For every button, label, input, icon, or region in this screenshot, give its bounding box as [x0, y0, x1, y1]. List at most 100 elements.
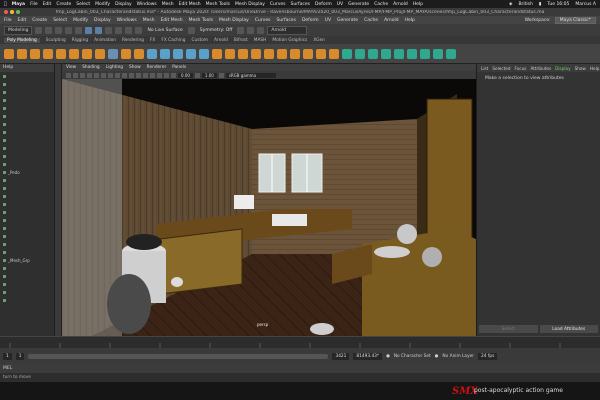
outliner-item[interactable]: [0, 160, 54, 168]
maya-menu-edit[interactable]: Edit: [18, 18, 27, 23]
shelf-tab-poly-modeling[interactable]: Poly Modeling: [4, 37, 40, 43]
camera-attributes-icon[interactable]: [73, 72, 78, 78]
live-surface-label[interactable]: No Live Surface: [147, 28, 182, 33]
mirror-icon[interactable]: [199, 48, 209, 59]
menu-display[interactable]: Display: [115, 2, 132, 7]
new-scene-icon[interactable]: [35, 26, 43, 34]
anim-layer-select[interactable]: No Anim Layer: [442, 354, 474, 359]
zoom-window-button[interactable]: [16, 10, 20, 14]
shelf-tab-arnold[interactable]: Arnold: [214, 38, 228, 43]
outliner-item[interactable]: [0, 248, 54, 256]
outliner-item[interactable]: _Pedo: [0, 168, 54, 176]
battery-icon[interactable]: ▮: [539, 2, 541, 7]
ae-tab-attributes[interactable]: Attributes: [530, 66, 551, 71]
spherical-map-icon[interactable]: [381, 48, 391, 59]
render-icon[interactable]: [237, 26, 245, 34]
combine-icon[interactable]: [147, 48, 157, 59]
outliner-item[interactable]: [0, 80, 54, 88]
character-set-icon[interactable]: ●: [386, 354, 390, 359]
layout-uv-icon[interactable]: [446, 48, 456, 59]
outliner-item[interactable]: [0, 224, 54, 232]
outliner-item[interactable]: [0, 208, 54, 216]
menu-help[interactable]: Help: [413, 2, 423, 7]
ipr-render-icon[interactable]: [247, 26, 255, 34]
menu-mesh[interactable]: Mesh: [162, 2, 174, 7]
redo-icon[interactable]: [75, 26, 83, 34]
menu-cache[interactable]: Cache: [374, 2, 388, 7]
menu-create[interactable]: Create: [56, 2, 71, 7]
time-slider[interactable]: [0, 336, 600, 349]
tool-box[interactable]: [55, 64, 62, 336]
separate-icon[interactable]: [160, 48, 170, 59]
outliner-item[interactable]: [0, 152, 54, 160]
sweep-mesh-icon[interactable]: [108, 48, 118, 59]
outliner-item[interactable]: [0, 288, 54, 296]
menu-generate[interactable]: Generate: [348, 2, 369, 7]
shelf-tab-fx-caching[interactable]: FX Caching: [161, 38, 185, 43]
shadows-icon[interactable]: [150, 72, 155, 78]
outliner-item[interactable]: [0, 272, 54, 280]
shelf-tab-bifrost[interactable]: Bifrost: [234, 38, 248, 43]
poly-sphere-icon[interactable]: [4, 48, 14, 59]
unfold-icon[interactable]: [433, 48, 443, 59]
svg-icon[interactable]: [134, 48, 144, 59]
outliner-item[interactable]: [0, 72, 54, 80]
symmetry-label[interactable]: Symmetry: Off: [200, 28, 233, 33]
select-by-object-icon[interactable]: [95, 26, 103, 34]
maya-menu-cache[interactable]: Cache: [364, 18, 378, 23]
outliner-item[interactable]: [0, 192, 54, 200]
fps-select[interactable]: 24 fps: [478, 352, 498, 360]
lights-icon[interactable]: [143, 72, 148, 78]
outliner-item[interactable]: [0, 136, 54, 144]
maya-menu-create[interactable]: Create: [32, 18, 47, 23]
poly-cube-icon[interactable]: [17, 48, 27, 59]
app-menu[interactable]: Maya: [12, 2, 25, 7]
snap-grid-icon[interactable]: [105, 26, 113, 34]
outliner-item[interactable]: [0, 120, 54, 128]
ae-tab-selected[interactable]: Selected: [492, 66, 510, 71]
color-management-icon[interactable]: [218, 72, 224, 78]
bevel-icon[interactable]: [238, 48, 248, 59]
outliner-item[interactable]: [0, 232, 54, 240]
close-window-button[interactable]: [4, 10, 8, 14]
ae-tab-focus[interactable]: Focus: [514, 66, 526, 71]
image-plane-icon[interactable]: [87, 72, 92, 78]
target-weld-icon[interactable]: [277, 48, 287, 59]
end-time-field[interactable]: 81493.43*: [353, 352, 383, 360]
shelf-tab-fx[interactable]: FX: [150, 38, 155, 43]
xray-icon[interactable]: [157, 72, 162, 78]
input-source[interactable]: British: [518, 2, 532, 7]
smooth-icon[interactable]: [173, 48, 183, 59]
outliner-item[interactable]: [0, 296, 54, 304]
shelf-tab-rigging[interactable]: Rigging: [72, 38, 88, 43]
outliner-item[interactable]: [0, 144, 54, 152]
textured-icon[interactable]: [136, 72, 141, 78]
outliner-item[interactable]: [0, 200, 54, 208]
menu-edit-mesh[interactable]: Edit Mesh: [179, 2, 201, 7]
insert-edge-loop-icon[interactable]: [303, 48, 313, 59]
load-attributes-button[interactable]: Load Attributes: [539, 325, 598, 333]
outliner-item[interactable]: [0, 176, 54, 184]
shelf-tab-xgen[interactable]: XGen: [313, 38, 325, 43]
poly-plane-icon[interactable]: [69, 48, 79, 59]
shelf-tab-animation[interactable]: Animation: [94, 38, 116, 43]
maya-menu-surfaces[interactable]: Surfaces: [276, 18, 296, 23]
outliner-item[interactable]: [0, 240, 54, 248]
ae-tab-display[interactable]: Display: [555, 66, 570, 71]
maya-menu-mesh-tools[interactable]: Mesh Tools: [189, 18, 213, 23]
menu-set-select[interactable]: Modeling: [4, 25, 33, 35]
viewport-menu-lighting[interactable]: Lighting: [106, 65, 123, 70]
gamma-field[interactable]: 1.00: [201, 72, 217, 78]
outliner-item[interactable]: [0, 88, 54, 96]
menu-modify[interactable]: Modify: [95, 2, 110, 7]
shelf-tab-mash[interactable]: MASH: [254, 38, 267, 43]
render-settings-icon[interactable]: [257, 26, 265, 34]
open-scene-icon[interactable]: [45, 26, 53, 34]
maya-menu-file[interactable]: File: [4, 18, 12, 23]
workspace-select[interactable]: Maya Classic*: [554, 16, 596, 24]
resolution-gate-icon[interactable]: [108, 72, 113, 78]
view-transform-select[interactable]: sRGB gamma: [225, 72, 276, 78]
camera-icon[interactable]: [66, 72, 71, 78]
merge-icon[interactable]: [251, 48, 261, 59]
maya-menu-mesh-display[interactable]: Mesh Display: [219, 18, 249, 23]
